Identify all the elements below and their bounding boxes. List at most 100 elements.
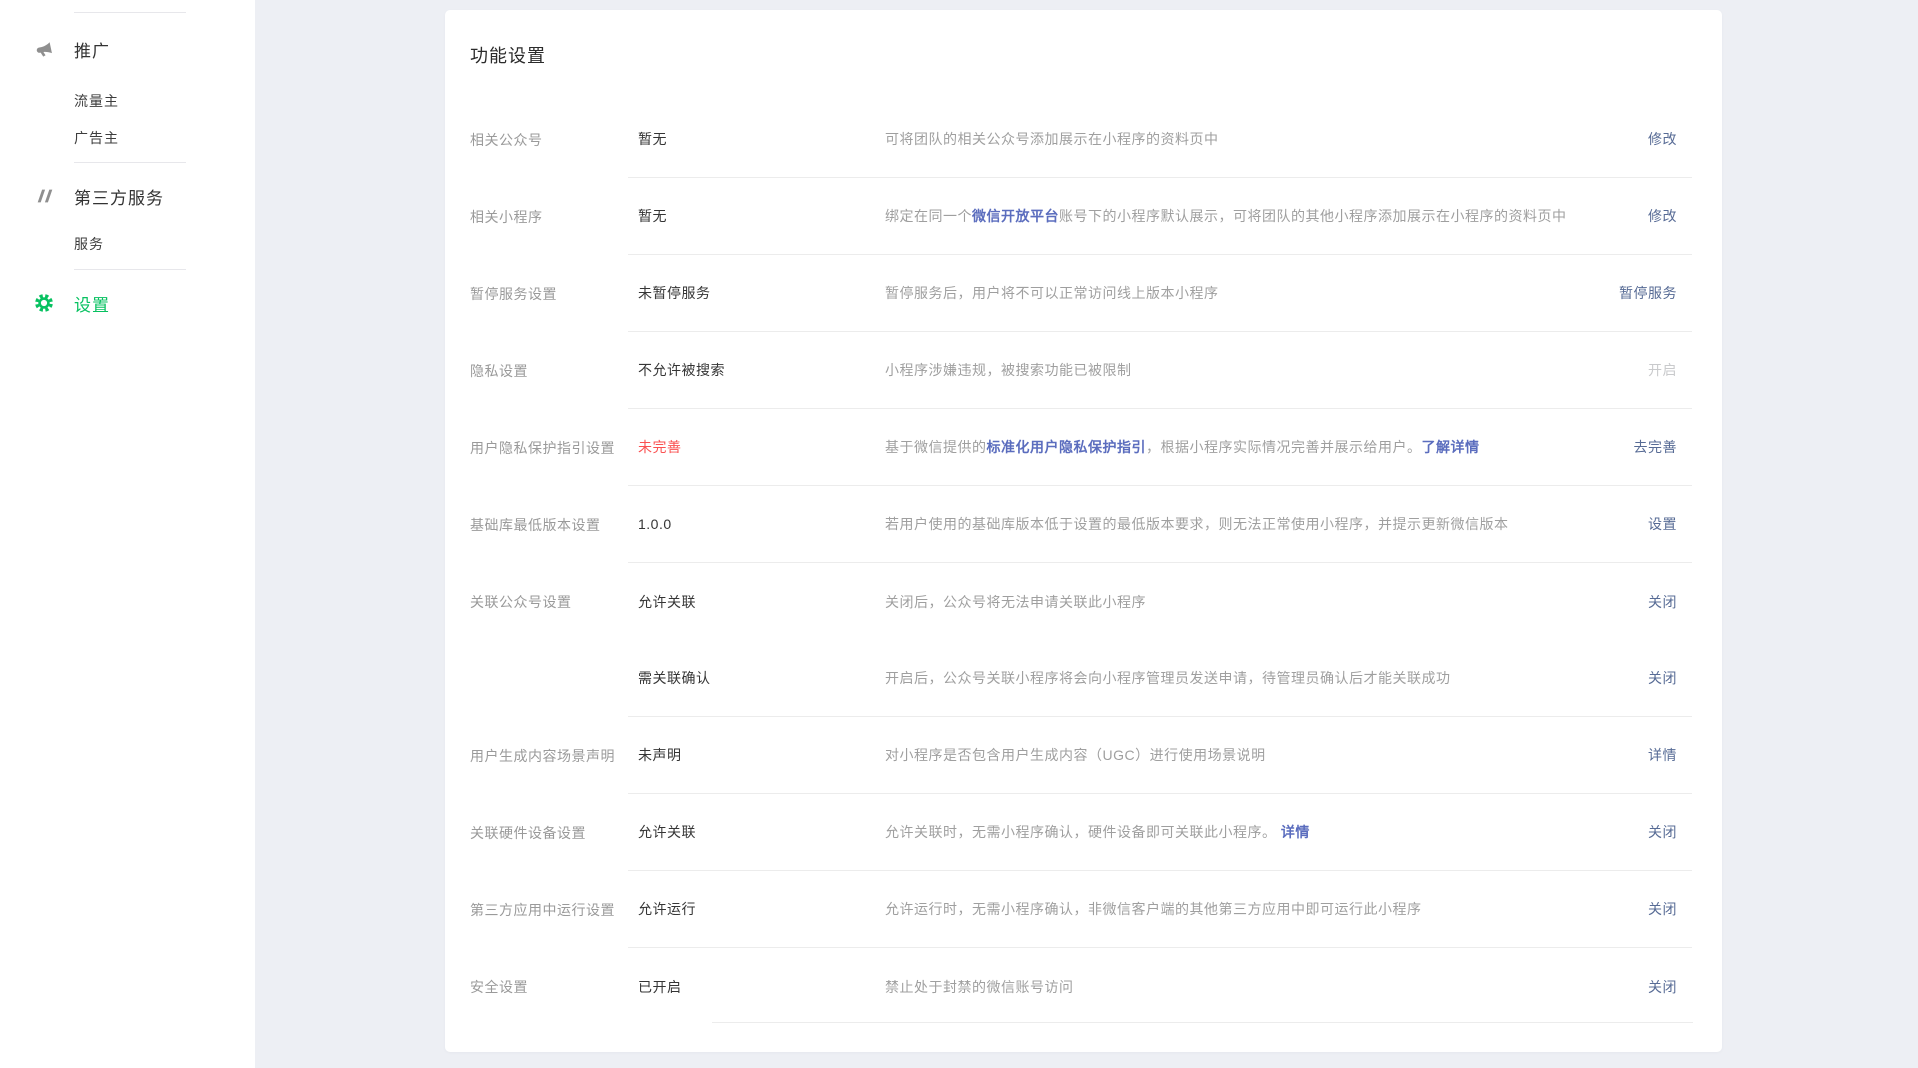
row-label: 暂停服务设置 [470, 255, 628, 332]
desc-text: 允许运行时，无需小程序确认，非微信客户端的其他第三方应用中即可运行此小程序 [885, 901, 1422, 917]
row-value: 暂无 [628, 129, 885, 149]
sidebar-item-服务[interactable]: 服务 [0, 234, 255, 254]
row-label [470, 640, 628, 717]
row-label: 关联公众号设置 [470, 563, 628, 640]
row-value: 未完善 [628, 437, 885, 457]
desc-text: 暂停服务后，用户将不可以正常访问线上版本小程序 [885, 285, 1219, 301]
inline-link[interactable]: 微信开放平台 [972, 208, 1059, 224]
sidebar-item-流量主[interactable]: 流量主 [0, 91, 255, 111]
desc-text: ，根据小程序实际情况完善并展示给用户。 [1146, 439, 1422, 455]
row-description: 暂停服务后，用户将不可以正常访问线上版本小程序 [885, 283, 1619, 303]
sidebar-section-label: 设置 [74, 291, 110, 316]
row-action-link[interactable]: 关闭 [1648, 977, 1692, 997]
row-value: 未声明 [628, 745, 885, 765]
third-party-icon [34, 186, 54, 206]
settings-row: 用户生成内容场景声明未声明对小程序是否包含用户生成内容（UGC）进行使用场景说明… [470, 717, 1722, 794]
row-action-link[interactable]: 关闭 [1648, 899, 1692, 919]
row-action-link[interactable]: 详情 [1648, 745, 1692, 765]
sidebar-section-label: 推广 [74, 37, 110, 62]
row-label: 关联硬件设备设置 [470, 794, 628, 871]
row-description: 绑定在同一个微信开放平台账号下的小程序默认展示，可将团队的其他小程序添加展示在小… [885, 206, 1648, 226]
sidebar-menu: 推广流量主广告主第三方服务服务设置 [0, 12, 255, 315]
settings-row: 需关联确认开启后，公众号关联小程序将会向小程序管理员发送申请，待管理员确认后才能… [470, 640, 1722, 717]
desc-text: 小程序涉嫌违规，被搜索功能已被限制 [885, 362, 1132, 378]
row-body: 1.0.0若用户使用的基础库版本低于设置的最低版本要求，则无法正常使用小程序，并… [628, 486, 1692, 563]
sidebar-item-广告主[interactable]: 广告主 [0, 128, 255, 148]
row-label: 隐私设置 [470, 332, 628, 409]
row-body: 暂无绑定在同一个微信开放平台账号下的小程序默认展示，可将团队的其他小程序添加展示… [628, 178, 1692, 255]
settings-row: 基础库最低版本设置1.0.0若用户使用的基础库版本低于设置的最低版本要求，则无法… [470, 486, 1722, 563]
gear-icon [34, 293, 54, 313]
row-description: 关闭后，公众号将无法申请关联此小程序 [885, 592, 1648, 612]
settings-table: 相关公众号暂无可将团队的相关公众号添加展示在小程序的资料页中修改相关小程序暂无绑… [470, 101, 1722, 1025]
row-description: 开启后，公众号关联小程序将会向小程序管理员发送申请，待管理员确认后才能关联成功 [885, 668, 1648, 688]
row-body: 未暂停服务暂停服务后，用户将不可以正常访问线上版本小程序 暂停服务 [628, 255, 1692, 332]
sidebar-divider [74, 269, 186, 270]
desc-text: 绑定在同一个 [885, 208, 972, 224]
settings-card: 功能设置 相关公众号暂无可将团队的相关公众号添加展示在小程序的资料页中修改相关小… [445, 10, 1722, 1052]
row-description: 对小程序是否包含用户生成内容（UGC）进行使用场景说明 [885, 745, 1648, 765]
desc-text: 对小程序是否包含用户生成内容（UGC）进行使用场景说明 [885, 747, 1266, 763]
row-value: 不允许被搜索 [628, 360, 885, 380]
settings-row: 相关公众号暂无可将团队的相关公众号添加展示在小程序的资料页中修改 [470, 101, 1722, 178]
row-value: 允许关联 [628, 822, 885, 842]
desc-text: 可将团队的相关公众号添加展示在小程序的资料页中 [885, 131, 1219, 147]
row-label: 用户生成内容场景声明 [470, 717, 628, 794]
desc-text: 基于微信提供的 [885, 439, 987, 455]
sidebar-section-label: 第三方服务 [74, 184, 164, 209]
row-action-link[interactable]: 去完善 [1634, 437, 1693, 457]
desc-text: 关闭后，公众号将无法申请关联此小程序 [885, 594, 1146, 610]
desc-text: 开启后，公众号关联小程序将会向小程序管理员发送申请，待管理员确认后才能关联成功 [885, 670, 1451, 686]
row-body: 未完善基于微信提供的标准化用户隐私保护指引，根据小程序实际情况完善并展示给用户。… [628, 409, 1692, 486]
row-body: 不允许被搜索小程序涉嫌违规，被搜索功能已被限制 开启 [628, 332, 1692, 409]
sidebar-divider [74, 12, 186, 13]
table-bottom-divider [712, 1022, 1693, 1023]
row-value: 1.0.0 [628, 516, 885, 532]
row-description: 若用户使用的基础库版本低于设置的最低版本要求，则无法正常使用小程序，并提示更新微… [885, 514, 1648, 534]
page-title: 功能设置 [470, 44, 1722, 68]
row-action-link: 开启 [1648, 360, 1692, 380]
sidebar-section-设置[interactable]: 设置 [0, 291, 255, 315]
row-action-link[interactable]: 关闭 [1648, 592, 1692, 612]
settings-row: 用户隐私保护指引设置未完善基于微信提供的标准化用户隐私保护指引，根据小程序实际情… [470, 409, 1722, 486]
sidebar-section-推广[interactable]: 推广 [0, 37, 255, 61]
row-value: 需关联确认 [628, 668, 885, 688]
settings-row: 关联公众号设置允许关联关闭后，公众号将无法申请关联此小程序关闭 [470, 563, 1722, 640]
sidebar-divider [74, 162, 186, 163]
row-action-link[interactable]: 设置 [1648, 514, 1692, 534]
row-label: 安全设置 [470, 948, 628, 1025]
row-body: 允许关联允许关联时，无需小程序确认，硬件设备即可关联此小程序。 详情关闭 [628, 794, 1692, 871]
inline-link[interactable]: 详情 [1277, 824, 1310, 840]
row-label: 基础库最低版本设置 [470, 486, 628, 563]
settings-row: 关联硬件设备设置允许关联允许关联时，无需小程序确认，硬件设备即可关联此小程序。 … [470, 794, 1722, 871]
sidebar-section-第三方服务[interactable]: 第三方服务 [0, 184, 255, 208]
row-action-link[interactable]: 关闭 [1648, 668, 1692, 688]
settings-row: 相关小程序暂无绑定在同一个微信开放平台账号下的小程序默认展示，可将团队的其他小程… [470, 178, 1722, 255]
row-value: 已开启 [628, 977, 885, 997]
row-label: 相关小程序 [470, 178, 628, 255]
settings-row: 第三方应用中运行设置允许运行允许运行时，无需小程序确认，非微信客户端的其他第三方… [470, 871, 1722, 948]
row-description: 基于微信提供的标准化用户隐私保护指引，根据小程序实际情况完善并展示给用户。了解详… [885, 437, 1634, 457]
row-value: 暂无 [628, 206, 885, 226]
settings-row: 隐私设置不允许被搜索小程序涉嫌违规，被搜索功能已被限制 开启 [470, 332, 1722, 409]
desc-text: 禁止处于封禁的微信账号访问 [885, 979, 1074, 995]
row-description: 可将团队的相关公众号添加展示在小程序的资料页中 [885, 129, 1648, 149]
row-body: 需关联确认开启后，公众号关联小程序将会向小程序管理员发送申请，待管理员确认后才能… [628, 640, 1692, 717]
megaphone-icon [34, 39, 54, 59]
settings-row: 暂停服务设置未暂停服务暂停服务后，用户将不可以正常访问线上版本小程序 暂停服务 [470, 255, 1722, 332]
row-action-link[interactable]: 修改 [1648, 206, 1692, 226]
row-body: 未声明对小程序是否包含用户生成内容（UGC）进行使用场景说明 详情 [628, 717, 1692, 794]
row-label: 用户隐私保护指引设置 [470, 409, 628, 486]
row-label: 第三方应用中运行设置 [470, 871, 628, 948]
inline-link[interactable]: 了解详情 [1422, 439, 1480, 455]
inline-link[interactable]: 标准化用户隐私保护指引 [987, 439, 1147, 455]
row-description: 允许关联时，无需小程序确认，硬件设备即可关联此小程序。 详情 [885, 822, 1648, 842]
sidebar: 推广流量主广告主第三方服务服务设置 [0, 0, 255, 1068]
row-body: 允许运行允许运行时，无需小程序确认，非微信客户端的其他第三方应用中即可运行此小程… [628, 871, 1692, 948]
settings-row: 安全设置已开启禁止处于封禁的微信账号访问 关闭 [470, 948, 1722, 1025]
row-action-link[interactable]: 暂停服务 [1619, 283, 1692, 303]
row-value: 未暂停服务 [628, 283, 885, 303]
row-action-link[interactable]: 关闭 [1648, 822, 1692, 842]
desc-text: 允许关联时，无需小程序确认，硬件设备即可关联此小程序。 [885, 824, 1277, 840]
row-action-link[interactable]: 修改 [1648, 129, 1692, 149]
